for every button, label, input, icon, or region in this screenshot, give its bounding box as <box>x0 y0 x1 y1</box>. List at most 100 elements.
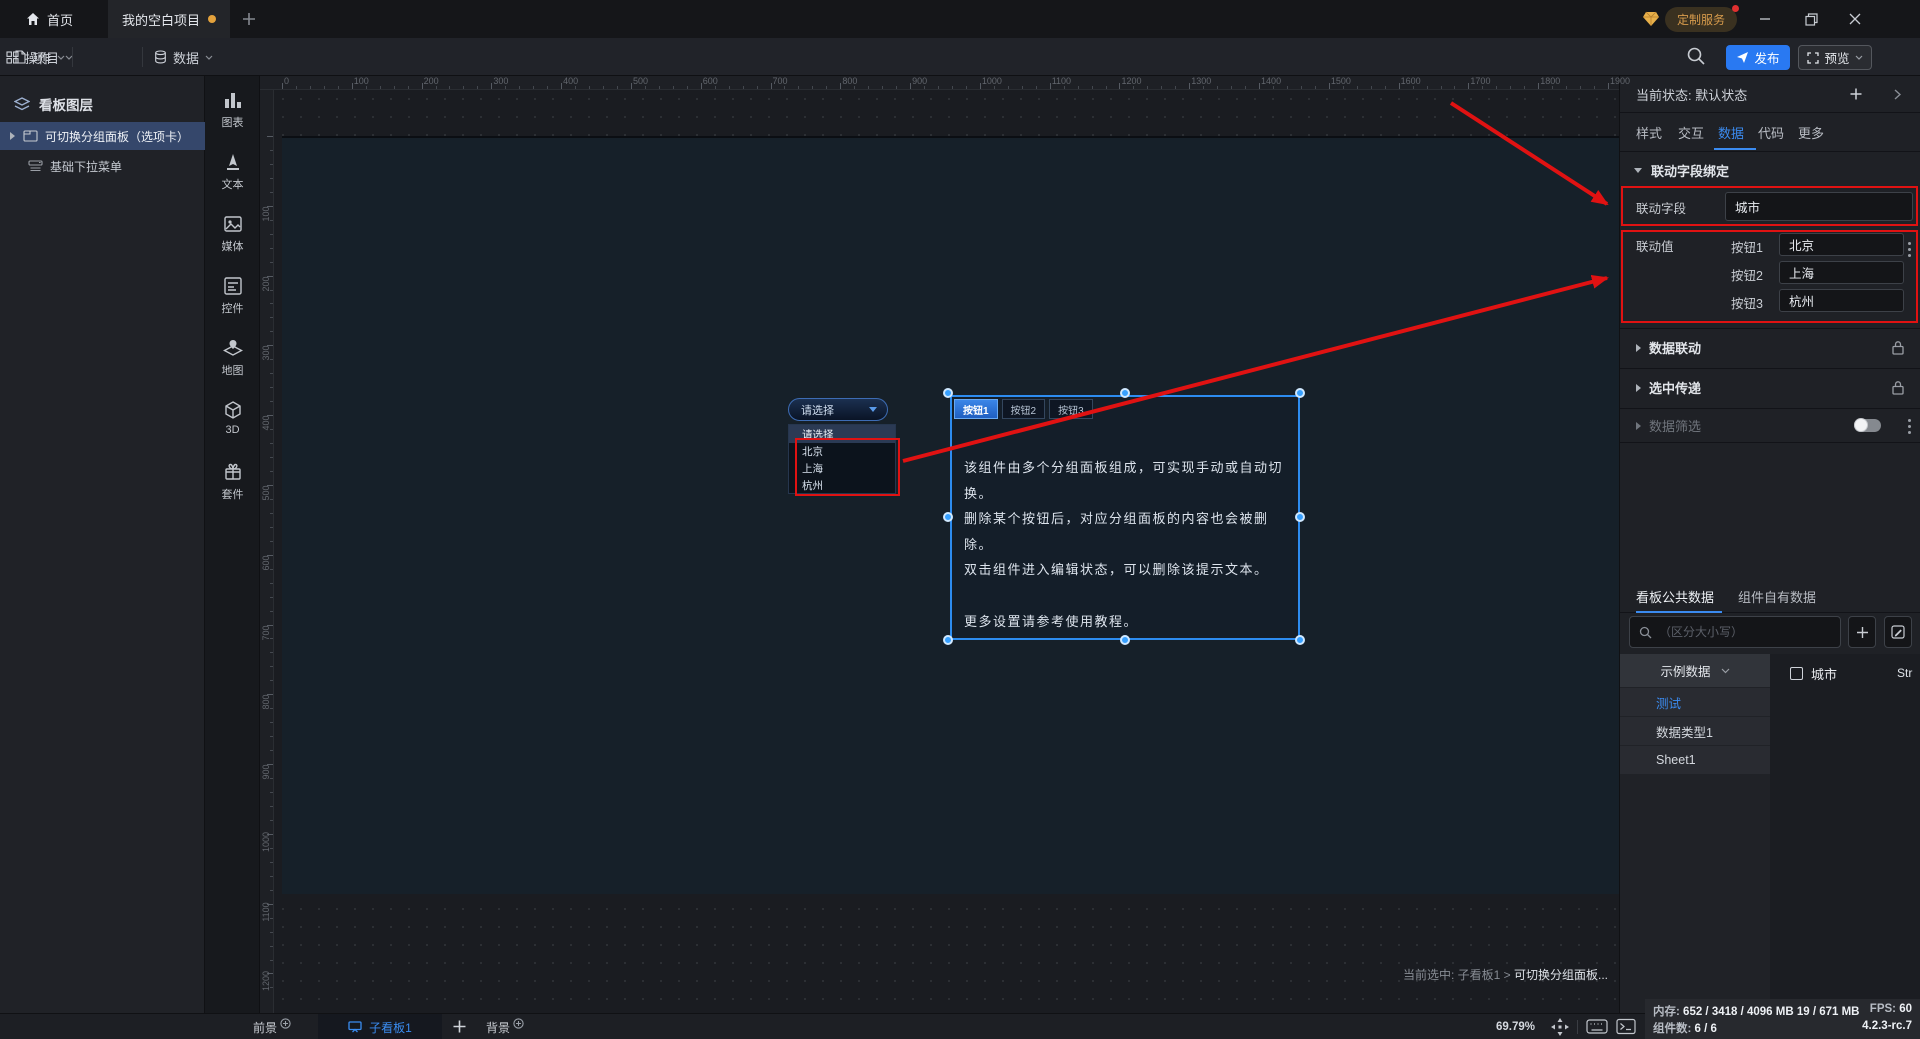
ruler-tick <box>1189 83 1191 89</box>
selection-handle[interactable] <box>943 512 953 522</box>
linkage-value-input-3[interactable]: 杭州 <box>1779 289 1904 312</box>
subboard-tab[interactable]: 子看板1 <box>318 1014 442 1039</box>
window-restore-button[interactable] <box>1798 7 1824 31</box>
tab-style[interactable]: 样式 <box>1636 113 1662 152</box>
data-filter-toggle[interactable] <box>1854 418 1881 432</box>
ruler-tick <box>533 86 535 89</box>
add-state-button[interactable] <box>1849 87 1863 101</box>
dropdown-option-beijing[interactable]: 北京 <box>789 443 895 460</box>
data-search-input[interactable] <box>1659 625 1819 639</box>
tab-data[interactable]: 数据 <box>1718 113 1744 152</box>
tab-interaction[interactable]: 交互 <box>1678 113 1704 152</box>
section-data-linkage[interactable]: 数据联动 <box>1620 328 1920 366</box>
section-linkage-binding[interactable]: 联动字段绑定 <box>1620 154 1920 257</box>
section-data-filter[interactable]: 数据筛选 <box>1620 408 1920 442</box>
selection-handle[interactable] <box>1295 512 1305 522</box>
toolbar-item-media[interactable]: 媒体 <box>205 214 260 270</box>
publish-button[interactable]: 发布 <box>1726 45 1790 70</box>
ruler-tick <box>812 86 814 89</box>
ruler-tick <box>270 610 273 612</box>
widget-tab-button2[interactable]: 按钮2 <box>1001 399 1046 419</box>
preview-button[interactable]: 预览 <box>1798 45 1872 70</box>
dataset-item-test[interactable]: 测试 <box>1620 688 1770 716</box>
ruler-tick <box>449 86 451 89</box>
linkage-value-input-1[interactable]: 北京 <box>1779 233 1904 256</box>
window-tabbar: 首页 我的空白项目 定制服务 <box>0 0 1920 38</box>
new-tab-button[interactable] <box>240 10 258 28</box>
selection-handle[interactable] <box>1295 388 1305 398</box>
ruler-tick <box>575 86 577 89</box>
chevron-right-icon[interactable] <box>1894 89 1901 100</box>
canvas-dropdown-button[interactable]: 请选择 <box>788 398 888 421</box>
ruler-tick <box>270 945 273 947</box>
ruler-tick <box>519 86 521 89</box>
layer-item-tab-panel[interactable]: 可切换分组面板（选项卡） <box>0 122 205 150</box>
tab-component-own-data[interactable]: 组件自有数据 <box>1738 581 1816 611</box>
ruler-tick <box>1594 86 1596 89</box>
toolbar-item-charts[interactable]: 图表 <box>205 90 260 146</box>
home-button[interactable]: 首页 <box>14 0 85 38</box>
toolbar-item-controls[interactable]: 控件 <box>205 276 260 332</box>
window-minimize-button[interactable] <box>1752 7 1778 31</box>
dataset-item-sheet1[interactable]: Sheet1 <box>1620 746 1770 774</box>
foreground-layer-button[interactable]: 前景 <box>253 1014 291 1039</box>
toolbar-item-3d[interactable]: 3D <box>205 400 260 456</box>
console-icon[interactable] <box>1616 1018 1636 1035</box>
fit-screen-icon[interactable] <box>1551 1018 1569 1036</box>
tab-board-shared-data[interactable]: 看板公共数据 <box>1636 581 1714 611</box>
ruler-tick <box>993 86 995 89</box>
linkage-field-input[interactable]: 城市 <box>1725 192 1913 221</box>
search-icon[interactable] <box>1686 46 1708 68</box>
widget-tab-button1[interactable]: 按钮1 <box>954 399 998 419</box>
tab-code[interactable]: 代码 <box>1758 113 1784 152</box>
dataset-source-dropdown[interactable]: 示例数据 <box>1620 654 1770 687</box>
keyboard-icon[interactable] <box>1586 1018 1608 1035</box>
tab-more[interactable]: 更多 <box>1798 113 1824 152</box>
widget-tab-button3[interactable]: 按钮3 <box>1049 399 1093 419</box>
add-subboard-button[interactable] <box>452 1019 468 1035</box>
selection-handle[interactable] <box>1120 388 1130 398</box>
zoom-level[interactable]: 69.79% <box>1496 1014 1535 1039</box>
layer-item-dropdown[interactable]: 基础下拉菜单 <box>0 152 205 180</box>
performance-status-block: 内存: 652 / 3418 / 4096 MB 19 / 671 MB FPS… <box>1645 999 1920 1039</box>
menu-actions[interactable]: 操作 <box>0 38 71 76</box>
dataset-item-datatype1[interactable]: 数据类型1 <box>1620 717 1770 745</box>
add-data-button[interactable] <box>1848 616 1876 648</box>
ruler-tick <box>270 191 273 193</box>
ruler-tick <box>270 861 273 863</box>
section-selection-pass[interactable]: 选中传递 <box>1620 368 1920 406</box>
ruler-tick <box>979 83 981 89</box>
ruler-tick <box>1398 83 1400 89</box>
field-row-city[interactable]: 城市 Str <box>1770 660 1920 686</box>
selection-handle[interactable] <box>943 388 953 398</box>
dropdown-option-hangzhou[interactable]: 杭州 <box>789 477 895 494</box>
selection-handle[interactable] <box>1120 635 1130 645</box>
dropdown-option-shanghai[interactable]: 上海 <box>789 460 895 477</box>
data-panel-tabs: 看板公共数据 组件自有数据 <box>1620 581 1920 613</box>
kebab-menu-icon[interactable] <box>1907 419 1911 434</box>
selection-handle[interactable] <box>1295 635 1305 645</box>
tab-panel-widget[interactable]: 按钮1 按钮2 按钮3 该组件由多个分组面板组成，可实现手动或自动切换。 删除某… <box>950 395 1300 640</box>
ruler-tick <box>1300 86 1302 89</box>
toolbar-item-kits[interactable]: 套件 <box>205 462 260 518</box>
ruler-tick <box>561 83 563 89</box>
project-tab[interactable]: 我的空白项目 <box>108 0 230 38</box>
selection-handle[interactable] <box>943 635 953 645</box>
menu-data[interactable]: 数据 <box>148 38 219 76</box>
ruler-tick <box>491 83 493 89</box>
ruler-tick <box>270 401 273 403</box>
ruler-tick <box>477 86 479 89</box>
tab-panel-hint-text: 该组件由多个分组面板组成，可实现手动或自动切换。 删除某个按钮后，对应分组面板的… <box>964 460 1284 629</box>
notification-dot-icon <box>1732 4 1739 12</box>
ruler-tick <box>1538 83 1540 89</box>
window-close-button[interactable] <box>1842 7 1868 31</box>
edit-data-button[interactable] <box>1884 616 1912 648</box>
dropdown-option-placeholder[interactable]: 请选择 <box>789 425 895 443</box>
background-layer-button[interactable]: 背景 <box>486 1014 524 1039</box>
toolbar-item-map[interactable]: 地图 <box>205 338 260 394</box>
checkbox-icon[interactable] <box>1790 666 1803 680</box>
custom-service-badge[interactable]: 定制服务 <box>1642 4 1739 32</box>
expand-arrow-icon[interactable] <box>10 132 15 140</box>
linkage-value-input-2[interactable]: 上海 <box>1779 261 1904 284</box>
toolbar-item-text[interactable]: 文本 <box>205 152 260 208</box>
